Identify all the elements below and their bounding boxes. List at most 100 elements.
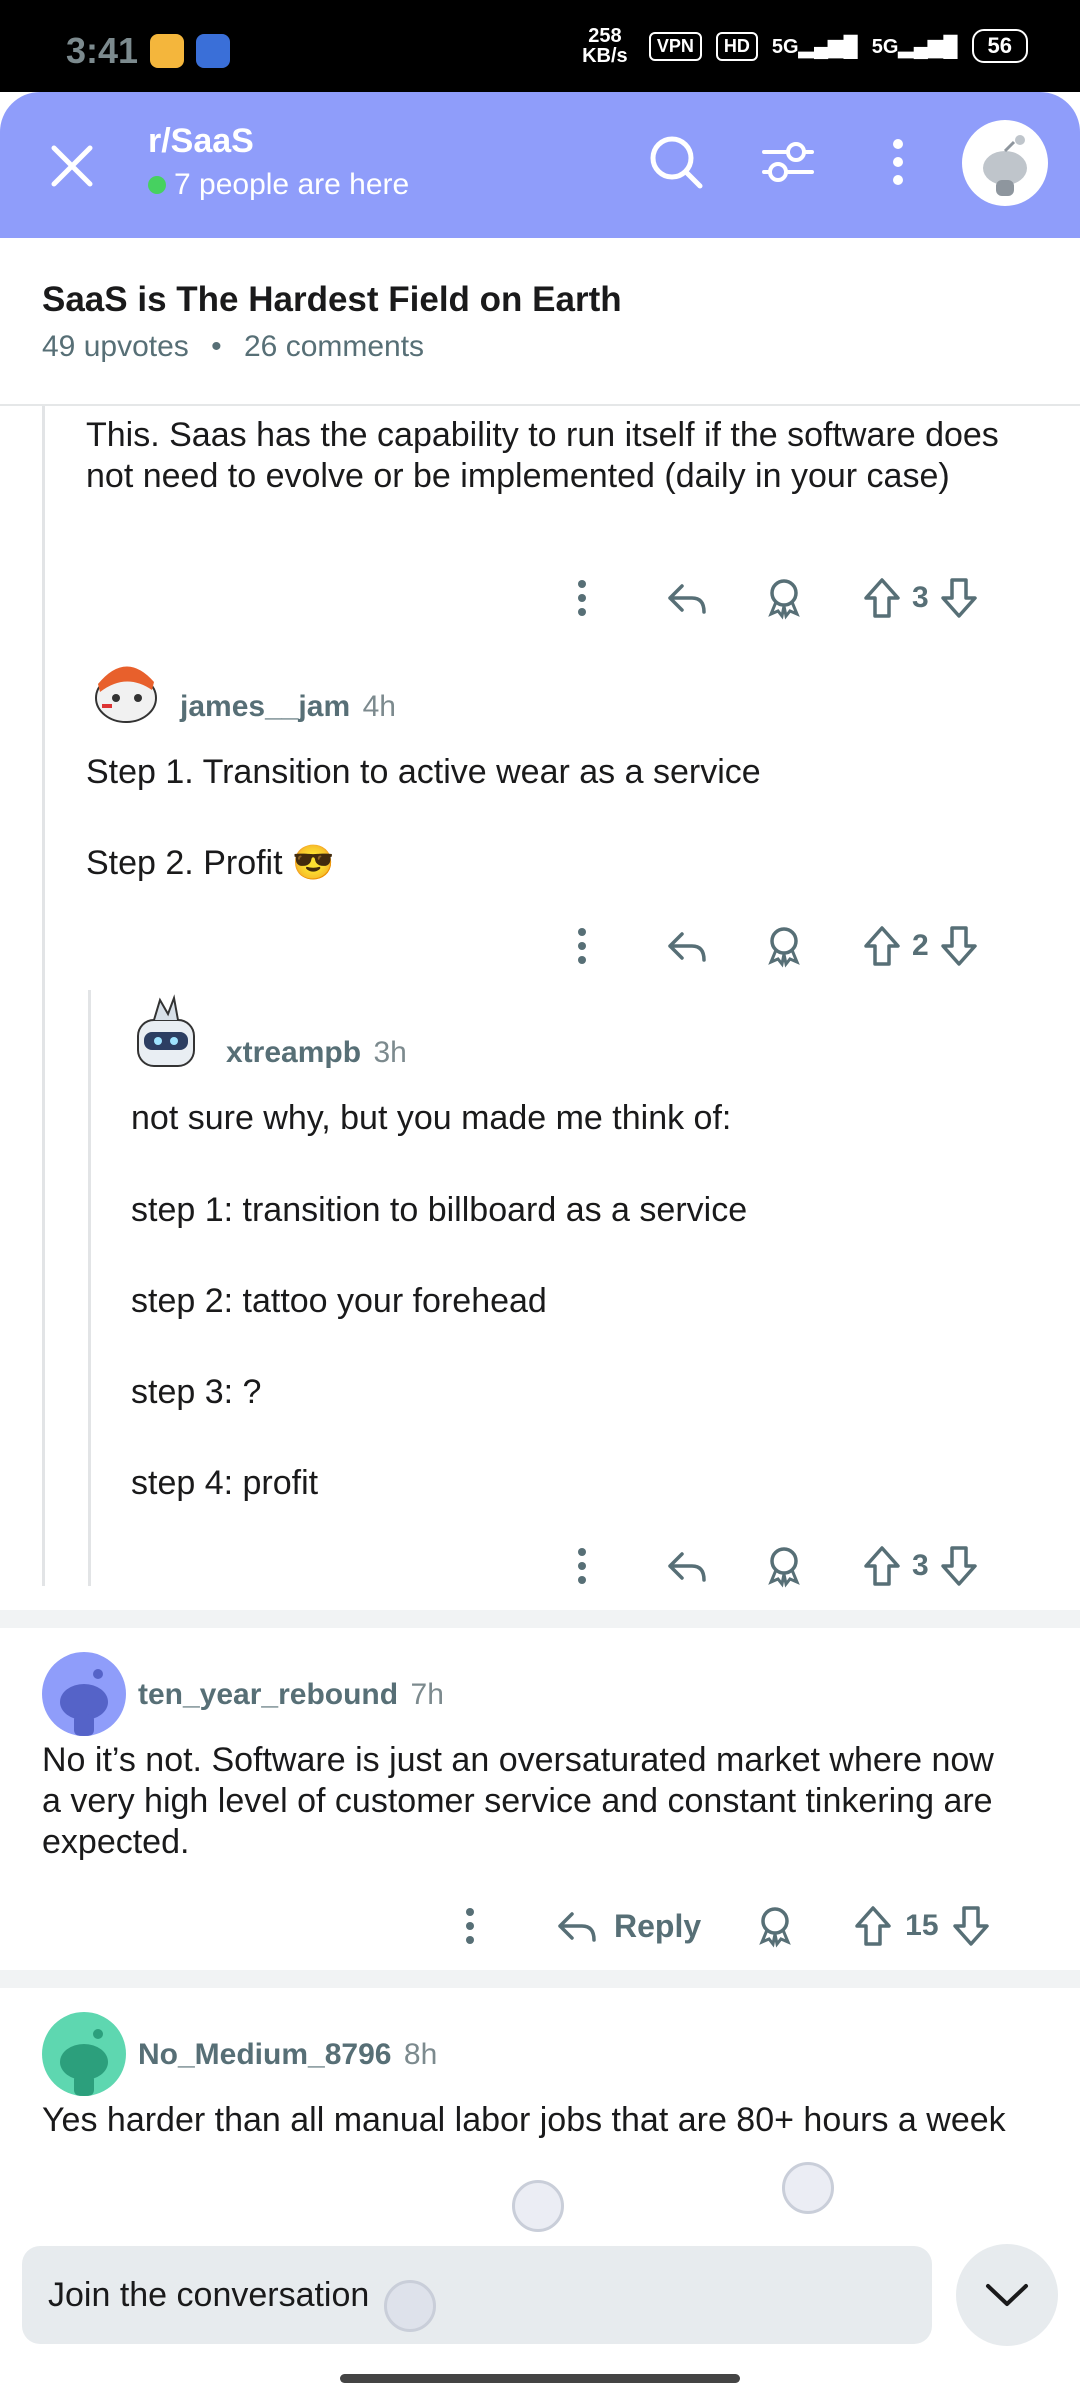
username[interactable]: james__jam <box>180 690 350 723</box>
upvote-icon[interactable] <box>860 576 904 620</box>
chevron-down-icon <box>986 2284 1028 2306</box>
comment-actions: Reply 15 <box>448 1904 993 1948</box>
comment-body: Yes harder than all manual labor jobs th… <box>42 2101 1006 2139</box>
close-icon[interactable] <box>46 140 98 192</box>
comment-line: step 3: ? <box>131 1373 262 1411</box>
snoo-avatar-icon <box>983 135 1027 196</box>
battery-indicator: 56 <box>971 29 1028 63</box>
snoo-avatar-icon <box>95 666 157 723</box>
more-icon[interactable] <box>560 1544 604 1588</box>
upvote-icon[interactable] <box>851 1904 895 1948</box>
post-title[interactable]: SaaS is The Hardest Field on Earth <box>42 280 622 320</box>
touch-indicator <box>384 2280 436 2332</box>
hd-badge: HD <box>715 31 758 61</box>
status-indicators: 258 KB/s VPN HD 5G▂▄▆█ 5G▂▄▆█ 56 <box>575 26 1028 66</box>
signal-icon: 5G▂▄▆█ <box>771 35 858 58</box>
award-icon[interactable] <box>753 1904 797 1948</box>
online-count: 7 people are here <box>148 168 409 202</box>
comment-time: 4h <box>362 690 396 723</box>
thread-line-nested <box>88 990 91 1586</box>
reply-icon[interactable] <box>664 576 708 620</box>
status-time: 3:41 <box>66 30 139 71</box>
award-icon[interactable] <box>762 924 806 968</box>
avatar[interactable] <box>42 2012 126 2096</box>
comment-score: 3 <box>912 581 929 614</box>
reply-button[interactable]: Reply <box>554 1904 701 1948</box>
avatar[interactable] <box>86 646 166 734</box>
vpn-badge: VPN <box>648 31 702 61</box>
status-bar: 3:41 258 KB/s VPN HD 5G▂▄▆█ 5G▂▄▆█ 56 <box>0 0 1080 92</box>
comment-score: 2 <box>912 929 929 962</box>
home-indicator[interactable] <box>340 2374 740 2383</box>
subreddit-header: r/SaaS 7 people are here <box>0 92 1080 238</box>
comment-header: xtreampb 3h <box>226 1036 407 1070</box>
comment-header: No_Medium_8796 8h <box>138 2038 437 2072</box>
comment-header: ten_year_rebound 7h <box>138 1678 444 1712</box>
reply-icon <box>558 1912 596 1942</box>
username[interactable]: xtreampb <box>226 1036 361 1069</box>
user-avatar[interactable] <box>962 120 1048 206</box>
comment-separator <box>0 1970 1080 1988</box>
downvote-icon[interactable] <box>937 924 981 968</box>
meta-separator: • <box>211 330 222 363</box>
reply-label: Reply <box>614 1907 702 1944</box>
comment-time: 3h <box>373 1036 407 1069</box>
network-speed: 258 KB/s <box>582 25 628 67</box>
snoo-avatar-icon <box>60 2029 108 2096</box>
username[interactable]: ten_year_rebound <box>138 1678 398 1711</box>
award-icon[interactable] <box>762 1544 806 1588</box>
comment-score: 15 <box>905 1909 939 1942</box>
search-icon[interactable] <box>644 130 708 194</box>
collapse-button[interactable] <box>956 2244 1058 2346</box>
more-options-icon[interactable] <box>866 130 930 194</box>
touch-indicator <box>512 2180 564 2232</box>
upvote-count: 49 upvotes <box>42 330 189 363</box>
online-dot-icon <box>148 176 166 194</box>
signal-icon-2: 5G▂▄▆█ <box>871 35 958 58</box>
downvote-icon[interactable] <box>937 576 981 620</box>
comment-actions: 3 <box>560 576 981 620</box>
filter-icon[interactable] <box>756 130 820 194</box>
comment-line: step 2: tattoo your forehead <box>131 1282 547 1320</box>
thread-line <box>42 406 45 1586</box>
comment-line: Step 2. Profit 😎 <box>86 844 335 882</box>
comment-line: step 4: profit <box>131 1464 319 1502</box>
comment-actions: 3 <box>560 1544 981 1588</box>
award-icon[interactable] <box>762 576 806 620</box>
comment-input[interactable]: Join the conversation <box>22 2246 932 2344</box>
upvote-icon[interactable] <box>860 924 904 968</box>
comment-body: This. Saas has the capability to run its… <box>86 416 999 495</box>
more-icon[interactable] <box>448 1904 492 1948</box>
snoo-avatar-icon <box>137 994 195 1067</box>
post-meta: 49 upvotes • 26 comments <box>42 330 424 364</box>
downvote-icon[interactable] <box>949 1904 993 1948</box>
comment-score: 3 <box>912 1549 929 1582</box>
comment-line: Step 1. Transition to active wear as a s… <box>86 753 761 791</box>
app-notification-icon <box>196 34 230 68</box>
comment-actions: 2 <box>560 924 981 968</box>
more-icon[interactable] <box>560 576 604 620</box>
comment-header: james__jam 4h <box>180 690 396 724</box>
username[interactable]: No_Medium_8796 <box>138 2038 391 2071</box>
snoo-avatar-icon <box>60 1669 108 1736</box>
touch-indicator <box>782 2162 834 2214</box>
reply-icon[interactable] <box>664 924 708 968</box>
upvote-icon[interactable] <box>860 1544 904 1588</box>
subreddit-name[interactable]: r/SaaS <box>148 122 254 161</box>
more-icon[interactable] <box>560 924 604 968</box>
comment-line: not sure why, but you made me think of: <box>131 1099 732 1137</box>
comment-input-placeholder: Join the conversation <box>48 2276 370 2314</box>
online-text: 7 people are here <box>174 168 410 201</box>
comment-line: step 1: transition to billboard as a ser… <box>131 1191 748 1229</box>
downvote-icon[interactable] <box>937 1544 981 1588</box>
comment-time: 7h <box>410 1678 444 1711</box>
comment-count: 26 comments <box>243 330 425 363</box>
comment-body: No it’s not. Software is just an oversat… <box>42 1741 994 1861</box>
divider <box>0 404 1080 406</box>
avatar[interactable] <box>124 990 208 1080</box>
comment-time: 8h <box>403 2038 438 2071</box>
comment-separator <box>0 1610 1080 1628</box>
reply-icon[interactable] <box>664 1544 708 1588</box>
avatar[interactable] <box>42 1652 126 1736</box>
mail-notification-icon <box>150 34 184 68</box>
